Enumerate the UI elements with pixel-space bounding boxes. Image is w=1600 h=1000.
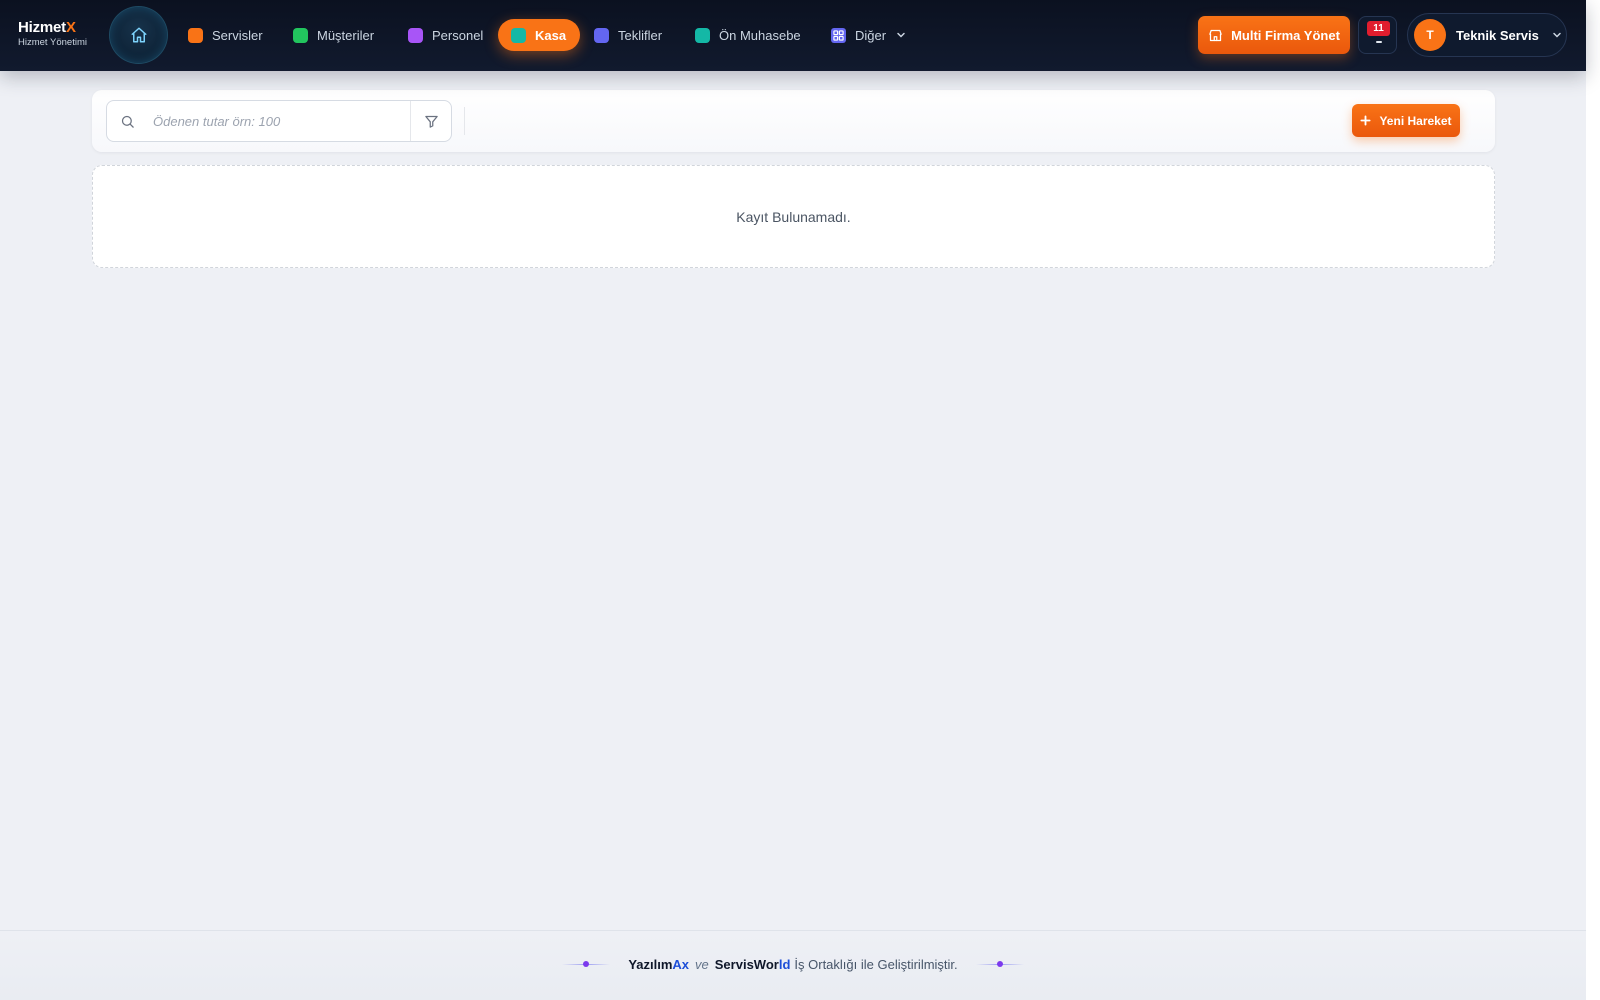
brand-logo[interactable]: HizmetX Hizmet Yönetimi xyxy=(18,20,87,48)
filter-button[interactable] xyxy=(410,101,451,141)
footer: YazılımAx ve ServisWorld İş Ortaklığı ile G… xyxy=(0,930,1586,1000)
footer-credit: YazılımAx ve ServisWorld İş Ortaklığı ile G… xyxy=(628,956,958,972)
brand-name: HizmetX xyxy=(18,19,76,36)
scrollbar-track[interactable] xyxy=(1586,0,1600,1000)
plus-icon xyxy=(1360,115,1372,126)
nav-item-label: Müşteriler xyxy=(317,27,375,43)
bell-icon xyxy=(1376,41,1382,43)
search-input[interactable] xyxy=(147,101,407,141)
user-name: Teknik Servis xyxy=(1456,27,1539,43)
servisler-icon xyxy=(188,27,203,43)
search-box xyxy=(106,100,452,142)
chevron-down-icon xyxy=(897,32,905,38)
toolbar-card: Yeni Hareket xyxy=(92,90,1495,152)
chevron-down-icon xyxy=(1553,32,1561,38)
multi-firma-label: Multi Firma Yönet xyxy=(1231,27,1340,43)
nav-item-personel[interactable]: Personel xyxy=(408,19,483,51)
home-button[interactable] xyxy=(109,6,168,64)
nav-item-label: Teklifler xyxy=(618,27,663,43)
multi-firma-button[interactable]: Multi Firma Yönet xyxy=(1198,16,1350,54)
nav-item-label: Personel xyxy=(432,27,484,43)
avatar: T xyxy=(1414,19,1446,51)
nav-item-servisler[interactable]: Servisler xyxy=(188,19,263,51)
partner-servisworld[interactable]: ServisWorld xyxy=(715,957,791,972)
top-navbar: HizmetX Hizmet Yönetimi Servisler Müşter… xyxy=(0,0,1586,71)
toolbar-divider xyxy=(464,107,465,135)
user-menu[interactable]: T Teknik Servis xyxy=(1407,13,1567,57)
nav-item-label: Ön Muhasebe xyxy=(719,27,801,43)
nav-item-kasa[interactable]: Kasa xyxy=(498,19,581,51)
on-muhasebe-icon xyxy=(695,27,710,43)
nav-item-label: Kasa xyxy=(535,27,567,43)
teklifler-icon xyxy=(594,27,609,43)
nav-item-on-muhasebe[interactable]: Ön Muhasebe xyxy=(695,19,801,51)
empty-state: Kayıt Bulunamadı. xyxy=(92,165,1495,268)
brand-subtitle: Hizmet Yönetimi xyxy=(18,37,87,48)
nav-item-musteriler[interactable]: Müşteriler xyxy=(293,19,374,51)
home-icon xyxy=(131,27,146,43)
nav-item-label: Servisler xyxy=(212,27,263,43)
empty-state-message: Kayıt Bulunamadı. xyxy=(736,208,851,225)
personel-icon xyxy=(408,27,423,43)
new-transaction-button[interactable]: Yeni Hareket xyxy=(1352,104,1460,137)
kasa-icon xyxy=(511,27,526,43)
partner-yazilimax[interactable]: YazılımAx xyxy=(628,957,689,972)
nav-item-label: Diğer xyxy=(855,27,887,43)
footer-decoration-right xyxy=(975,961,1024,967)
notification-badge: 11 xyxy=(1367,21,1390,36)
footer-decoration-left xyxy=(562,961,611,967)
nav-item-diger[interactable]: Diğer xyxy=(831,19,907,51)
grid-icon xyxy=(831,27,846,43)
new-transaction-label: Yeni Hareket xyxy=(1379,113,1452,128)
store-icon xyxy=(1209,29,1222,41)
musteriler-icon xyxy=(293,27,308,43)
search-icon xyxy=(107,114,147,129)
filter-icon xyxy=(424,115,438,128)
notification-button[interactable]: 11 xyxy=(1358,16,1397,54)
nav-item-teklifler[interactable]: Teklifler xyxy=(594,19,662,51)
